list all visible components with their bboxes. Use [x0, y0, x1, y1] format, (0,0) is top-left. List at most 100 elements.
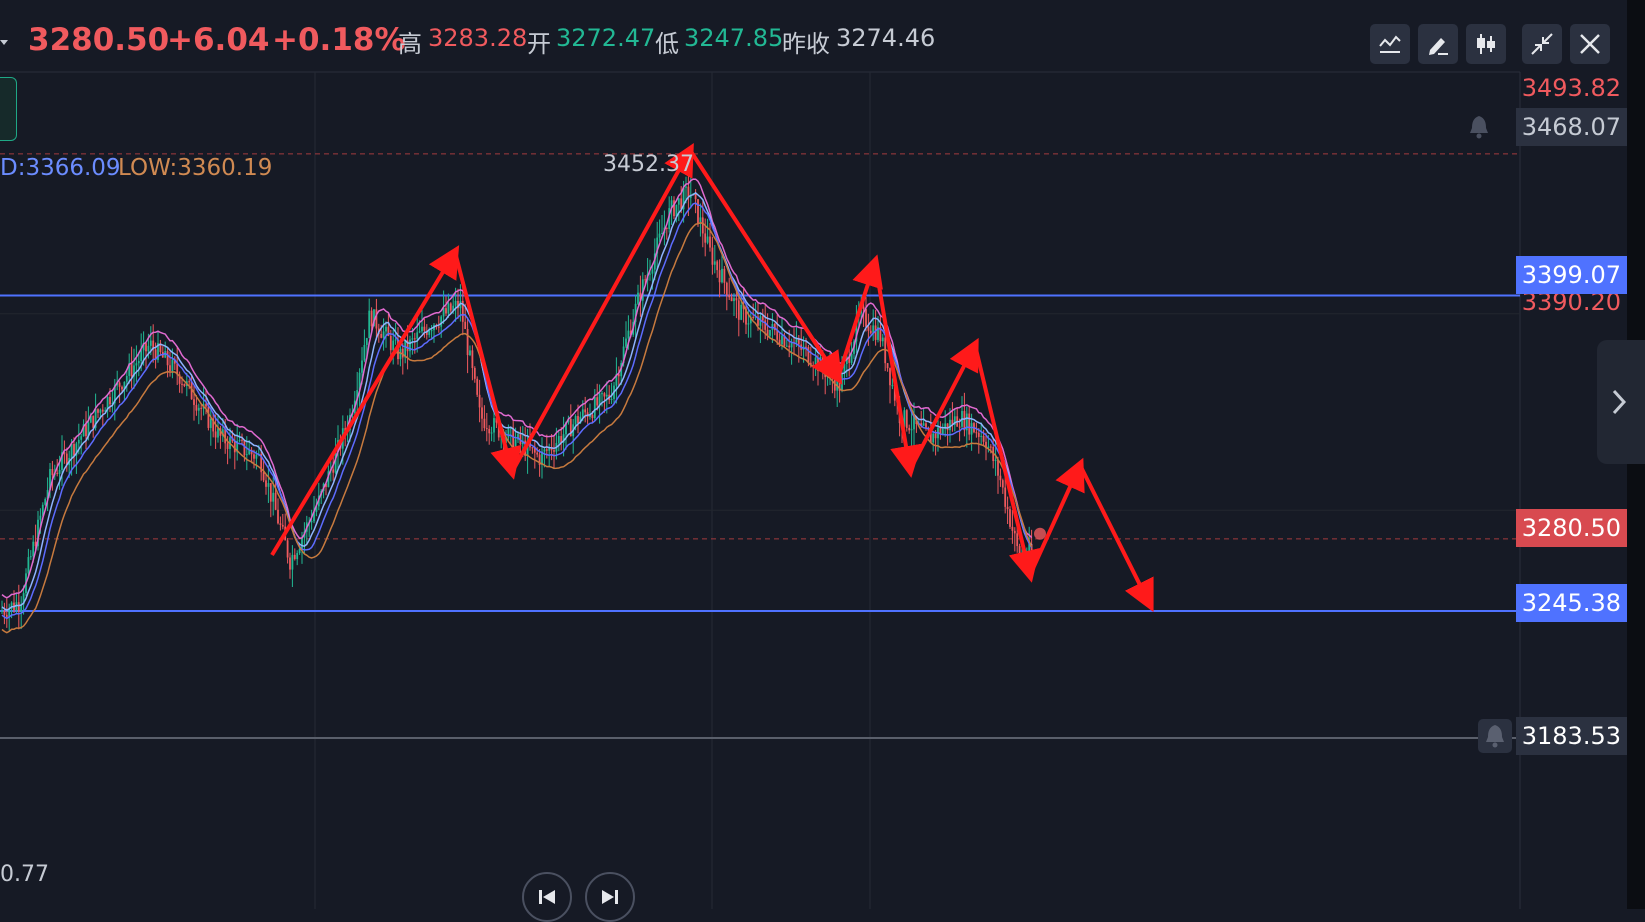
candle-body — [1018, 546, 1021, 561]
candle-body — [603, 393, 606, 397]
candle-body — [385, 326, 387, 332]
close-icon — [1580, 34, 1600, 54]
candle-body — [147, 345, 150, 352]
candle-body — [651, 269, 654, 274]
candle-body — [697, 199, 699, 224]
support-price-label[interactable]: 3245.38 — [1515, 584, 1627, 622]
step-back-button[interactable] — [522, 872, 572, 922]
candle-body — [469, 350, 471, 356]
candle-body — [625, 338, 627, 347]
candle-body — [253, 454, 255, 459]
candle-body — [205, 404, 207, 407]
candle-body — [466, 329, 469, 356]
candle-body — [1, 610, 3, 612]
candle-body — [963, 411, 966, 431]
chart-type-button[interactable] — [1466, 24, 1506, 64]
collapse-button[interactable] — [1522, 24, 1562, 64]
candle-body — [39, 515, 42, 520]
draw-button[interactable] — [1418, 24, 1458, 64]
candle-body — [481, 407, 483, 419]
candle-body — [769, 329, 771, 336]
candle-body — [411, 338, 414, 340]
candle-body — [293, 554, 296, 560]
indicator-button[interactable] — [1370, 24, 1410, 64]
candle-body — [101, 409, 104, 412]
skip-forward-icon — [602, 890, 618, 904]
candle-body — [711, 247, 714, 265]
candle-body — [32, 541, 35, 557]
candle-body — [238, 439, 241, 441]
candle-body — [363, 345, 366, 361]
candle-body — [637, 292, 639, 304]
candle-body — [449, 303, 452, 311]
candle-body — [557, 436, 560, 443]
close-button[interactable] — [1570, 24, 1610, 64]
candle-body — [437, 326, 440, 328]
alert-price-low[interactable]: 3183.53 — [1515, 717, 1627, 755]
candle-body — [941, 428, 944, 435]
candlestick-chart[interactable] — [0, 0, 1645, 909]
candle-body — [310, 521, 313, 523]
candle-body — [272, 492, 275, 502]
step-forward-button[interactable] — [585, 872, 635, 922]
candle-body — [277, 509, 279, 524]
candle-body — [289, 557, 291, 570]
candle-body — [704, 233, 707, 243]
current-price-dot — [1034, 527, 1046, 540]
price-level-top: 3493.82 — [1521, 74, 1621, 102]
prev-close-label: 昨收 — [782, 30, 830, 58]
low-label: 低 — [655, 30, 679, 58]
candle-body — [867, 326, 870, 331]
legend-toggle[interactable] — [0, 77, 17, 141]
candle-body — [29, 556, 32, 558]
candle-body — [382, 331, 385, 338]
bell-icon[interactable] — [1478, 719, 1512, 753]
candle-body — [968, 413, 971, 435]
candle-body — [701, 217, 704, 234]
legend-mid: D:3366.09 — [0, 155, 121, 181]
candle-body — [243, 440, 246, 456]
candle-body — [980, 435, 983, 437]
candle-body — [416, 332, 419, 339]
bell-icon[interactable] — [1467, 114, 1491, 140]
candle-body — [733, 298, 735, 302]
candle-body — [181, 383, 183, 385]
candle-body — [507, 428, 510, 438]
sub-indicator-value: 0.77 — [0, 862, 49, 887]
candle-body — [56, 472, 59, 474]
candle-body — [77, 439, 80, 444]
high-label: 高 — [398, 30, 422, 58]
candle-body — [706, 236, 709, 243]
chart-screen: { "header": { "price": "3280.50", "chang… — [0, 0, 1645, 922]
candle-body — [421, 326, 423, 332]
candle-body — [605, 394, 608, 397]
candle-body — [121, 386, 123, 390]
alert-price-high[interactable]: 3468.07 — [1515, 108, 1627, 146]
candle-body — [255, 454, 258, 459]
candle-body — [51, 469, 54, 476]
current-price-label: 3280.50 — [1515, 509, 1627, 547]
candle-body — [891, 385, 894, 387]
candle-body — [267, 483, 270, 487]
candle-body — [874, 325, 877, 340]
candle-body — [1001, 480, 1004, 488]
candle-body — [418, 331, 421, 333]
candle-body — [135, 363, 138, 366]
candle-body — [512, 428, 515, 449]
candle-body — [245, 454, 248, 456]
candle-body — [368, 310, 371, 339]
candle-body — [785, 345, 788, 347]
candle-body — [836, 376, 839, 391]
candle-body — [932, 433, 935, 443]
candle-body — [1006, 506, 1009, 510]
candle-body — [207, 406, 210, 428]
candle-body — [193, 399, 195, 405]
resistance-price-label[interactable]: 3399.07 — [1515, 256, 1627, 294]
side-panel-toggle[interactable] — [1597, 340, 1645, 464]
candle-body — [740, 304, 743, 320]
candle-body — [975, 432, 978, 434]
dropdown-icon[interactable] — [0, 38, 10, 48]
collapse-icon — [1531, 33, 1553, 55]
candle-body — [145, 343, 147, 352]
candle-body — [389, 335, 392, 351]
